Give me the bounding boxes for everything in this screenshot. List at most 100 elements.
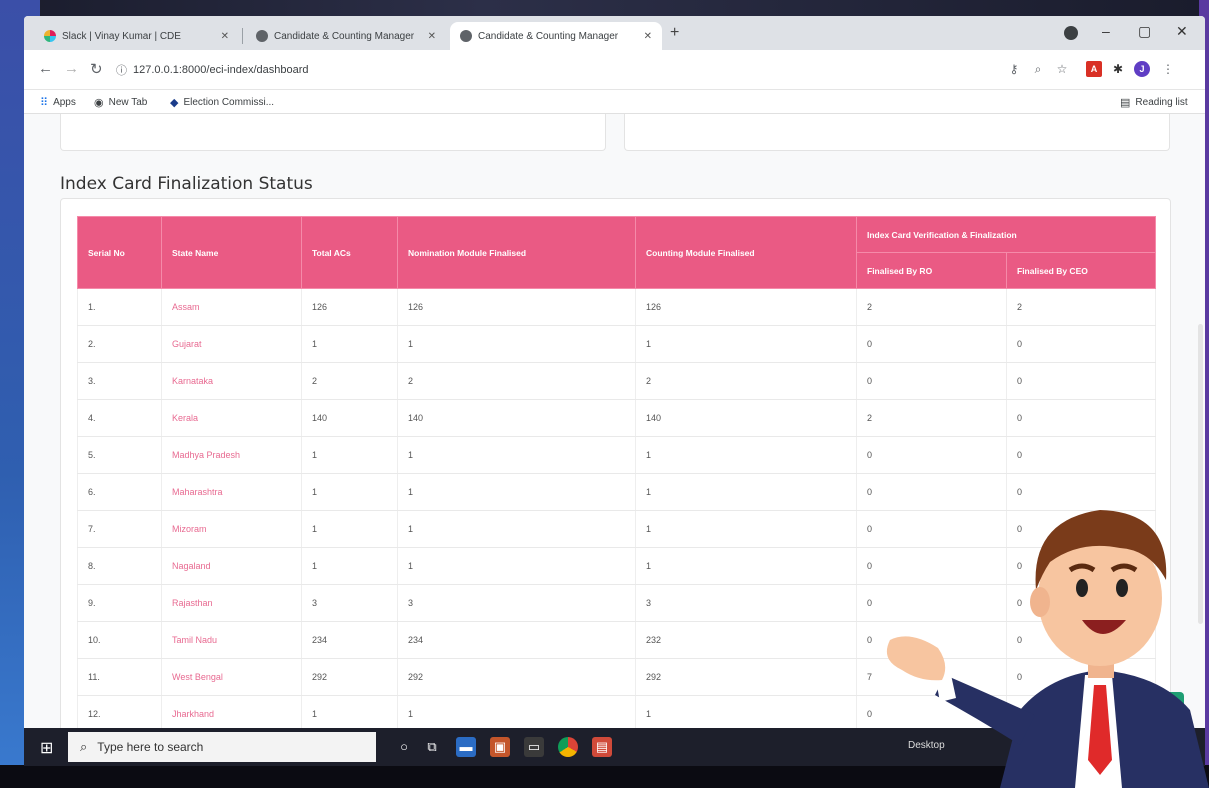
counting-cell: 3: [635, 584, 857, 622]
total-acs-cell: 234: [301, 621, 398, 659]
menu-icon[interactable]: ⋮: [1160, 61, 1176, 77]
nomination-cell: 1: [397, 325, 636, 363]
nomination-cell: 1: [397, 436, 636, 474]
state-name-link[interactable]: Gujarat: [161, 325, 302, 363]
reading-list-button[interactable]: ▤ Reading list: [1120, 96, 1188, 109]
total-acs-cell: 292: [301, 658, 398, 696]
nomination-cell: 1: [397, 695, 636, 728]
election-commission-icon: ◆: [170, 97, 179, 109]
total-acs-cell: 1: [301, 695, 398, 728]
state-name-link[interactable]: Maharashtra: [161, 473, 302, 511]
nomination-cell: 1: [397, 473, 636, 511]
counting-cell: 1: [635, 325, 857, 363]
close-window-button[interactable]: ✕: [1176, 23, 1188, 40]
finalised-by-ro-cell: 2: [856, 399, 1007, 437]
address-bar[interactable]: ⓘ 127.0.0.1:8000/eci-index/dashboard: [116, 58, 1006, 82]
powerpoint-icon[interactable]: ▤: [592, 737, 612, 757]
globe-icon: ◉: [94, 97, 104, 109]
task-view-icon[interactable]: ⧉: [422, 737, 442, 757]
nomination-cell: 126: [397, 288, 636, 326]
state-name-link[interactable]: Nagaland: [161, 547, 302, 585]
pdf-extension-icon[interactable]: A: [1086, 61, 1102, 77]
tab-label: Slack | Vinay Kumar | CDE: [62, 30, 181, 42]
finalised-by-ceo-cell: 0: [1006, 362, 1156, 400]
tab-candidate-manager[interactable]: Candidate & Counting Manager ✕: [246, 22, 446, 50]
summary-card-right: [624, 114, 1170, 151]
counting-cell: 1: [635, 473, 857, 511]
extensions-icon[interactable]: ✱: [1110, 61, 1126, 77]
terminal-icon[interactable]: ▭: [524, 737, 544, 757]
table-row: 1. Assam 126 126 126 2 2: [77, 288, 1156, 326]
total-acs-cell: 1: [301, 325, 398, 363]
zoom-icon[interactable]: ⌕: [1030, 61, 1046, 77]
serial-cell: 6.: [77, 473, 162, 511]
star-icon[interactable]: ☆: [1054, 61, 1070, 77]
reading-list-icon: ▤: [1120, 97, 1131, 109]
nomination-cell: 140: [397, 399, 636, 437]
minimize-button[interactable]: –: [1102, 23, 1110, 39]
serial-cell: 11.: [77, 658, 162, 696]
close-icon[interactable]: ✕: [422, 31, 436, 42]
state-name-link[interactable]: Kerala: [161, 399, 302, 437]
finalised-by-ceo-cell: 0: [1006, 399, 1156, 437]
state-name-link[interactable]: Assam: [161, 288, 302, 326]
bookmark-label: New Tab: [108, 97, 148, 108]
total-acs-cell: 2: [301, 362, 398, 400]
globe-icon: [460, 30, 472, 42]
bookmark-election-commission[interactable]: ◆ Election Commissi...: [170, 96, 274, 109]
serial-cell: 8.: [77, 547, 162, 585]
state-name-link[interactable]: Jharkhand: [161, 695, 302, 728]
total-acs-cell: 140: [301, 399, 398, 437]
serial-cell: 1.: [77, 288, 162, 326]
profile-avatar-icon[interactable]: J: [1134, 61, 1150, 77]
close-icon[interactable]: ✕: [638, 31, 652, 42]
total-acs-cell: 1: [301, 547, 398, 585]
header-total-acs: Total ACs: [301, 216, 398, 289]
state-name-link[interactable]: Tamil Nadu: [161, 621, 302, 659]
summary-card-left: [60, 114, 606, 151]
windows-start-icon[interactable]: ⊞: [40, 738, 53, 758]
back-arrow-icon[interactable]: ←: [38, 60, 53, 77]
info-icon: ⓘ: [116, 65, 127, 77]
counting-cell: 126: [635, 288, 857, 326]
bookmark-new-tab[interactable]: ◉ New Tab: [94, 96, 147, 109]
tab-candidate-manager-active[interactable]: Candidate & Counting Manager ✕: [450, 22, 662, 50]
serial-cell: 12.: [77, 695, 162, 728]
new-tab-button[interactable]: +: [670, 24, 679, 42]
total-acs-cell: 1: [301, 510, 398, 548]
state-name-link[interactable]: Rajasthan: [161, 584, 302, 622]
state-name-link[interactable]: Madhya Pradesh: [161, 436, 302, 474]
counting-cell: 232: [635, 621, 857, 659]
total-acs-cell: 1: [301, 436, 398, 474]
search-placeholder: Type here to search: [97, 740, 204, 754]
bookmark-label: Election Commissi...: [183, 97, 275, 108]
bookmark-apps[interactable]: ⠿ Apps: [40, 96, 76, 109]
header-verification-group: Index Card Verification & Finalization: [856, 216, 1156, 253]
finalised-by-ro-cell: 2: [856, 288, 1007, 326]
header-finalised-by-ro: Finalised By RO: [856, 252, 1007, 289]
nomination-cell: 2: [397, 362, 636, 400]
table-row: 4. Kerala 140 140 140 2 0: [77, 399, 1156, 437]
cortana-icon[interactable]: ○: [394, 737, 414, 757]
app-icon[interactable]: ▣: [490, 737, 510, 757]
counting-cell: 292: [635, 658, 857, 696]
apps-grid-icon: ⠿: [40, 97, 49, 109]
taskbar-search-box[interactable]: ⌕ Type here to search: [68, 732, 376, 762]
counting-cell: 140: [635, 399, 857, 437]
serial-cell: 5.: [77, 436, 162, 474]
close-icon[interactable]: ✕: [215, 31, 229, 42]
chrome-icon[interactable]: [558, 737, 578, 757]
tab-slack[interactable]: Slack | Vinay Kumar | CDE ✕: [34, 22, 239, 50]
file-explorer-icon[interactable]: ▬: [456, 737, 476, 757]
state-name-link[interactable]: West Bengal: [161, 658, 302, 696]
state-name-link[interactable]: Karnataka: [161, 362, 302, 400]
counting-cell: 1: [635, 547, 857, 585]
header-state-name: State Name: [161, 216, 302, 289]
restore-button[interactable]: ▢: [1138, 23, 1151, 40]
state-name-link[interactable]: Mizoram: [161, 510, 302, 548]
reload-icon[interactable]: ↻: [90, 60, 103, 78]
total-acs-cell: 126: [301, 288, 398, 326]
profile-dot-icon[interactable]: [1064, 26, 1078, 40]
key-icon[interactable]: ⚷: [1006, 61, 1022, 77]
forward-arrow-icon[interactable]: →: [64, 60, 79, 77]
